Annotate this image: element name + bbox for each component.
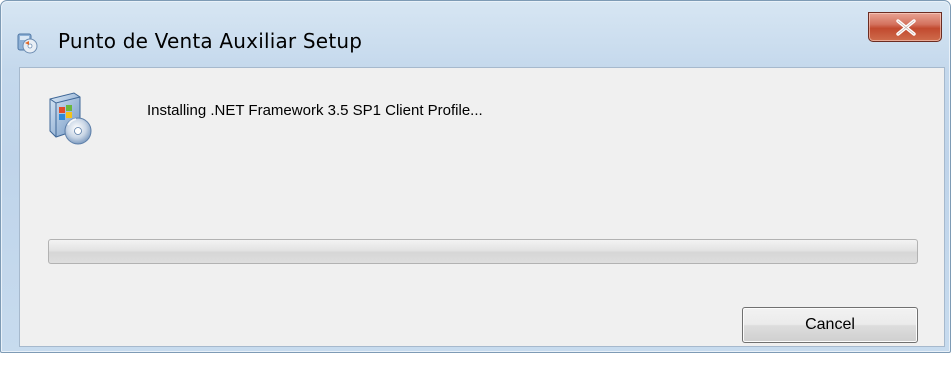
setup-window: Punto de Venta Auxiliar Setup Installing… xyxy=(0,0,951,369)
installer-disc-icon xyxy=(46,85,94,149)
setup-installer-icon xyxy=(15,31,39,55)
close-x-icon xyxy=(896,19,916,36)
install-progress-bar xyxy=(48,239,918,264)
dialog-body: Installing .NET Framework 3.5 SP1 Client… xyxy=(19,67,945,347)
status-message: Installing .NET Framework 3.5 SP1 Client… xyxy=(147,102,483,119)
window-title: Punto de Venta Auxiliar Setup xyxy=(58,29,363,53)
cancel-button[interactable]: Cancel xyxy=(742,307,918,343)
close-button[interactable] xyxy=(868,12,942,42)
